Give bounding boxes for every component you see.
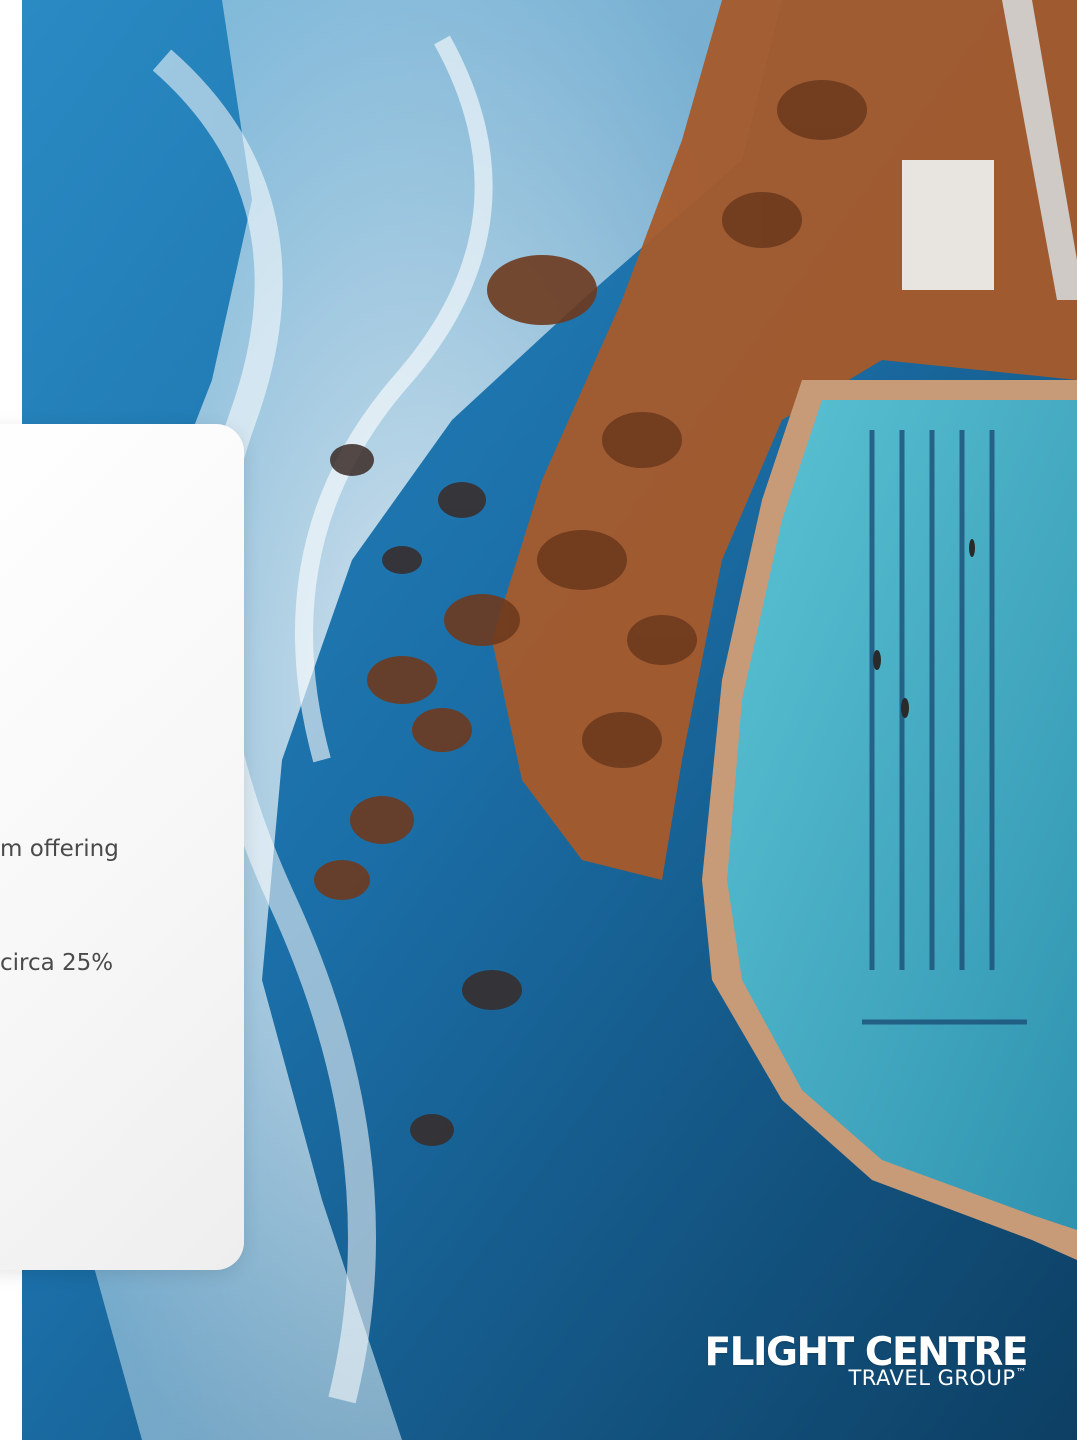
trademark-symbol: ™ [1015,1366,1027,1379]
card-text-line-2: circa 25% [0,950,114,976]
slide: m offering circa 25% FLIGHT CENTRE TRAVE… [0,0,1077,1440]
logo-subtitle: TRAVEL GROUP™ [848,1366,1027,1390]
card-text-line-1: m offering [0,836,119,862]
flight-centre-logo: FLIGHT CENTRE TRAVEL GROUP™ [657,1330,1028,1394]
content-card: m offering circa 25% [0,424,244,1270]
logo-subtitle-text: TRAVEL GROUP [848,1366,1016,1390]
